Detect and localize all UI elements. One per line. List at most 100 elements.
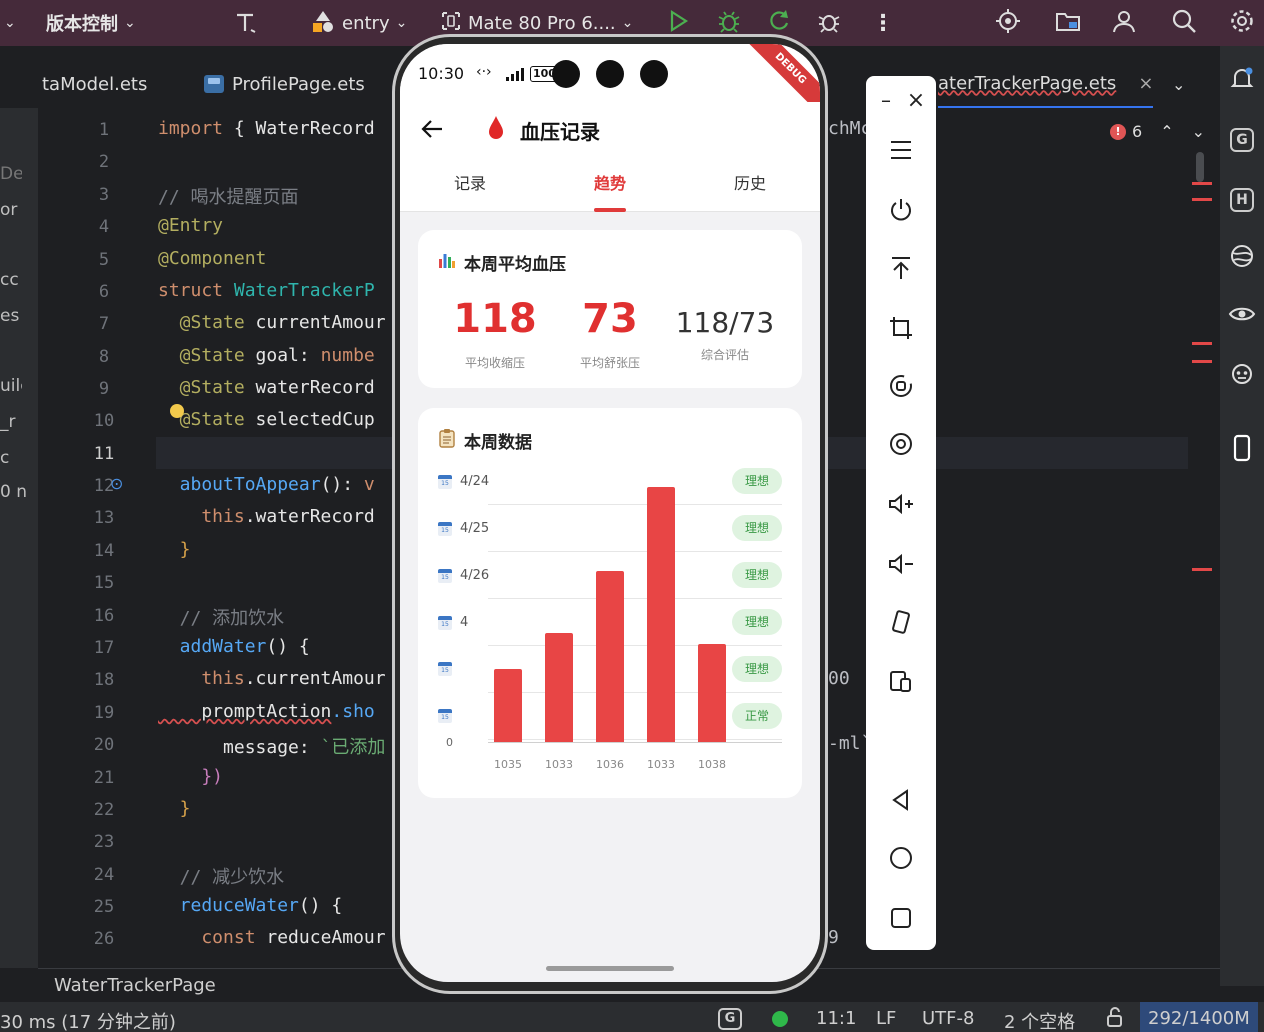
lock-icon[interactable]	[1104, 1006, 1126, 1032]
blood-drop-icon	[486, 114, 506, 146]
minimize-button[interactable]: –	[872, 82, 900, 118]
error-marker[interactable]	[1192, 568, 1212, 571]
chevron-down-icon[interactable]: ⌄	[1192, 122, 1205, 141]
status-badge: 理想	[732, 515, 782, 541]
lightbulb-icon[interactable]	[170, 404, 184, 418]
more-actions-button[interactable]: ⋮	[872, 0, 894, 46]
close-icon[interactable]: ×	[1138, 73, 1153, 94]
tool-globe-button[interactable]	[1226, 242, 1258, 274]
indent-setting[interactable]: 2 个空格	[1004, 1008, 1075, 1032]
tab-list-button[interactable]: ⌄	[1172, 60, 1185, 108]
tab-data-model[interactable]: taModel.ets	[42, 60, 147, 108]
code-line: @State selectedCup	[158, 409, 375, 430]
phone-screen[interactable]: 10:30 ‹·› 100 DEBUG 血压记录 记录 趋势 历史 本周平均血压…	[400, 44, 820, 982]
line-number: 25	[93, 897, 115, 917]
week-row-label: 15	[438, 709, 460, 723]
line-number: 16	[93, 606, 115, 626]
search-button[interactable]	[1164, 0, 1204, 46]
override-marker-icon[interactable]: ⊙	[110, 474, 123, 493]
error-count: 6	[1132, 122, 1143, 141]
memory-indicator[interactable]: 292/1400M	[1140, 1002, 1258, 1032]
chart-bar	[545, 633, 573, 742]
bar-chart-icon	[438, 251, 456, 274]
volume-up-button[interactable]	[883, 488, 919, 524]
notifications-button[interactable]	[1226, 64, 1258, 96]
tool-g-button[interactable]: G	[1226, 124, 1258, 156]
line-number: 10	[93, 411, 115, 431]
main-menu-button[interactable]: ⌄	[4, 0, 16, 46]
cursor-position[interactable]: 11:1	[816, 1008, 856, 1029]
tab-trend[interactable]: 趋势	[540, 158, 680, 212]
account-button[interactable]	[1104, 0, 1144, 46]
back-arrow-button[interactable]	[420, 116, 446, 146]
tool-h-button[interactable]: H	[1226, 184, 1258, 216]
x-tick-label: 1033	[545, 758, 573, 771]
module-selector[interactable]: entry ⌄	[310, 0, 407, 46]
close-button[interactable]: ×	[902, 82, 930, 118]
status-dot-icon[interactable]	[772, 1011, 788, 1027]
chevron-up-icon[interactable]: ⌃	[1160, 122, 1173, 141]
line-number-gutter[interactable]: 1 2 3 4 5 6 7 8 9 10 11 12 13 14 15 16 1…	[38, 108, 156, 968]
volume-up-icon	[887, 492, 915, 520]
status-badge: 理想	[732, 468, 782, 494]
grid-line	[488, 645, 782, 646]
tab-record[interactable]: 记录	[400, 158, 540, 212]
home-indicator[interactable]	[546, 966, 674, 971]
line-number: 18	[93, 670, 115, 690]
settings-button[interactable]	[1222, 0, 1262, 46]
g-badge-icon: G	[1230, 128, 1254, 152]
scroll-top-button[interactable]	[883, 252, 919, 288]
preview-button[interactable]	[1226, 300, 1258, 332]
tool-ai-button[interactable]	[1226, 360, 1258, 392]
multi-screen-button[interactable]	[883, 666, 919, 702]
menu-button[interactable]	[883, 134, 919, 170]
grid-line	[488, 739, 782, 740]
g-status-icon[interactable]: G	[718, 1006, 742, 1030]
panel-fragment: uilc	[0, 376, 22, 396]
status-message[interactable]: 30 ms (17 分钟之前)	[0, 1008, 176, 1032]
vcs-label: 版本控制	[46, 14, 118, 35]
ets-file-icon	[204, 75, 224, 93]
error-marker[interactable]	[1192, 342, 1212, 345]
scrollbar[interactable]	[1196, 152, 1204, 182]
module-icon	[310, 8, 336, 39]
week-row-label: 15 4/26	[438, 568, 489, 583]
error-marker[interactable]	[1192, 198, 1212, 201]
chart-bar	[596, 571, 624, 742]
close-icon: ×	[906, 87, 926, 113]
tab-water-tracker-page[interactable]: aterTrackerPage.ets ×	[938, 60, 1154, 108]
systolic-value: 118	[453, 296, 537, 342]
error-indicator[interactable]: ! 6 ⌃ ⌄	[1110, 122, 1205, 141]
vcs-menu[interactable]: 版本控制 ⌄	[46, 0, 136, 46]
code-line: }	[158, 539, 191, 560]
chevron-down-icon: ⌄	[4, 15, 16, 31]
zero-label: 0	[446, 736, 453, 749]
x-tick-label: 1035	[494, 758, 522, 771]
volume-down-button[interactable]	[883, 548, 919, 584]
line-separator[interactable]: LF	[876, 1008, 896, 1029]
error-marker[interactable]	[1192, 182, 1212, 185]
device-manager-button[interactable]	[1226, 434, 1258, 466]
rotate-button[interactable]	[883, 370, 919, 406]
text-tool-button[interactable]	[232, 0, 260, 46]
error-marker[interactable]	[1192, 360, 1212, 363]
line-number: 13	[93, 508, 115, 528]
file-encoding[interactable]: UTF-8	[922, 1008, 974, 1029]
power-button[interactable]	[883, 194, 919, 230]
screenshot-crop-button[interactable]	[883, 312, 919, 348]
profiler-button[interactable]	[816, 0, 842, 46]
record-button[interactable]	[883, 428, 919, 464]
home-button[interactable]	[883, 842, 919, 878]
globe-icon	[1229, 243, 1255, 273]
code-line: aboutToAppear(): v	[158, 474, 375, 495]
week-row-date: 4/24	[460, 474, 490, 489]
fold-button[interactable]	[883, 606, 919, 642]
project-panel-stub[interactable]: De or cc es uilc _r c 0 n	[0, 108, 38, 968]
target-button[interactable]	[988, 0, 1028, 46]
recents-button[interactable]	[883, 902, 919, 938]
breadcrumb-item[interactable]: WaterTrackerPage	[54, 975, 216, 996]
tab-history[interactable]: 历史	[680, 158, 820, 212]
project-folder-button[interactable]	[1048, 0, 1088, 46]
back-button[interactable]	[883, 784, 919, 820]
tab-profile-page[interactable]: ProfilePage.ets	[204, 60, 365, 108]
